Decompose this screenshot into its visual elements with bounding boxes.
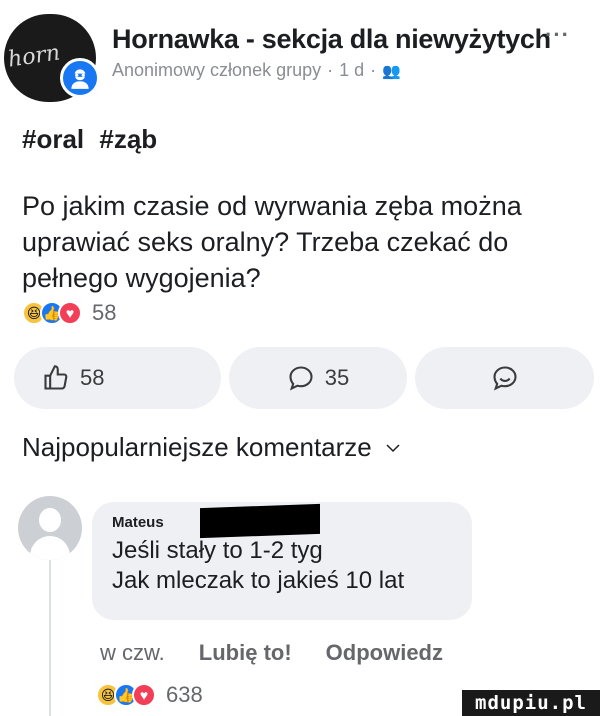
love-reaction-icon: ♥ [132, 683, 156, 707]
comment-actions: w czw. Lubię to! Odpowiedz [100, 640, 443, 666]
meta-separator: · [327, 60, 334, 80]
love-reaction-icon: ♥ [58, 301, 82, 325]
comment-count: 35 [324, 365, 350, 390]
comment-reactions[interactable]: 😆 👍 ♥ 638 [96, 682, 203, 708]
more-options-icon[interactable]: ··· [545, 22, 570, 48]
avatar-head-shape [39, 508, 61, 532]
comment-reaction-count: 638 [166, 682, 203, 707]
comment-sort-dropdown[interactable]: Najpopularniejsze komentarze [22, 432, 402, 463]
post-reactions[interactable]: 😆 👍 ♥ 58 [22, 300, 116, 326]
anonymous-avatar-icon [60, 58, 100, 98]
comment-line: Jak mleczak to jakieś 10 lat [112, 567, 405, 594]
comment-icon [289, 366, 313, 391]
hashtag-link[interactable]: #oral [22, 124, 84, 154]
comment-like-button[interactable]: Lubię to! [199, 640, 292, 666]
commenter-avatar[interactable] [18, 496, 82, 560]
comment-line: Jeśli stały to 1-2 tyg [112, 537, 323, 564]
chevron-down-icon [386, 443, 400, 452]
post-header: horn Hornawka - sekcja dla niewyżytych ·… [0, 0, 600, 110]
like-count: 58 [80, 365, 105, 390]
group-audience-icon: 👥 [382, 62, 401, 80]
comment-time[interactable]: w czw. [100, 640, 165, 666]
post-action-bar: 58 35 [14, 347, 595, 409]
group-avatar-logo: horn [6, 40, 62, 73]
reaction-count: 58 [92, 300, 117, 325]
name-redaction-bar [200, 503, 320, 539]
post-meta: Anonimowy członek grupy · 1 d · 👥 [112, 60, 401, 81]
hashtag-link[interactable]: #ząb [99, 124, 157, 154]
post-body: Po jakim czasie od wyrwania zęba można u… [22, 191, 522, 293]
share-button[interactable] [415, 347, 595, 409]
comment-author[interactable]: Mateus [112, 514, 164, 531]
share-icon [493, 366, 517, 391]
thumbs-up-icon [44, 365, 68, 390]
comment-button[interactable]: 35 [228, 347, 408, 409]
meta-separator-2: · [370, 60, 377, 80]
thread-line [49, 560, 51, 716]
avatar-body-shape [30, 536, 70, 560]
post-time[interactable]: 1 d [339, 60, 364, 81]
like-button[interactable]: 58 [14, 347, 221, 409]
post-author[interactable]: Anonimowy członek grupy [112, 60, 321, 81]
post-hashtags: #oral #ząb [22, 124, 165, 155]
group-name-link[interactable]: Hornawka - sekcja dla niewyżytych [112, 24, 551, 55]
site-watermark: mdupiu.pl [462, 690, 600, 716]
sort-label: Najpopularniejsze komentarze [22, 432, 372, 462]
comment-reply-button[interactable]: Odpowiedz [326, 640, 443, 666]
